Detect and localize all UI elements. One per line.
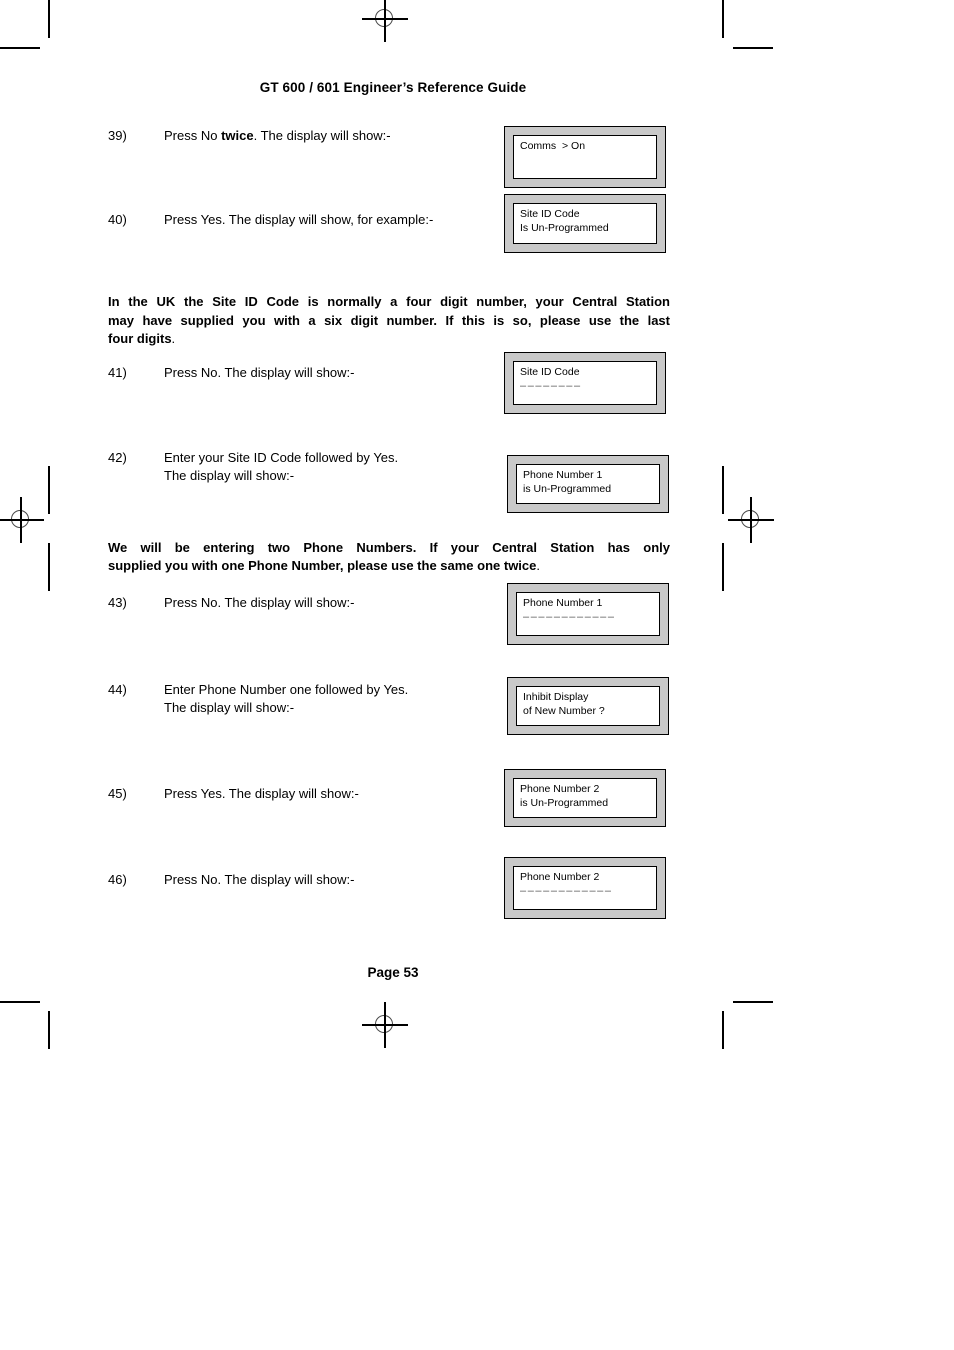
lcd-line-1: Inhibit Display [523, 690, 589, 703]
document-header: GT 600 / 601 Engineer’s Reference Guide [259, 80, 527, 95]
lcd-display-44: Inhibit Display of New Number ? [507, 676, 669, 735]
note-line-tail: . [171, 331, 176, 346]
note-line: In the UK the Site ID Code is normally a… [108, 294, 670, 309]
step-instruction: Press No twice. The display will show:- [164, 127, 504, 145]
step-number: 45) [108, 785, 127, 801]
step-instruction-line: Press No. The display will show:- [164, 364, 355, 380]
lcd-line-2: is Un-Programmed [523, 482, 612, 495]
step-instruction: Press Yes. The display will show, for ex… [164, 211, 504, 229]
crop-mark-top-right-vertical [722, 0, 724, 38]
registration-mark-bottom [362, 1002, 408, 1048]
lcd-display-40: Site ID Code Is Un-Programmed [504, 194, 666, 253]
lcd-screen: Site ID Code –––––––– [513, 360, 657, 405]
page-content: GT 600 / 601 Engineer’s Reference Guide … [108, 0, 670, 980]
step-number: 42) [108, 449, 127, 465]
note-line-text: four digits [108, 331, 172, 346]
step-43: 43) Press No. The display will show:- Ph… [108, 582, 669, 681]
registration-mark-right [728, 497, 774, 543]
step-instruction: Press No. The display will show:- [164, 594, 504, 612]
lcd-line-1: Site ID Code [520, 365, 580, 378]
step-number: 43) [108, 594, 127, 610]
emphasis-word: twice [221, 128, 254, 143]
step-41: 41) Press No. The display will show:- Si… [108, 351, 668, 449]
step-instruction-line: The display will show:- [164, 467, 295, 483]
step-42: 42) Enter your Site ID Code followed by … [108, 449, 669, 539]
trim-line-right-upper [722, 466, 724, 514]
crop-mark-bottom-right-vertical [722, 1011, 724, 1049]
note-phone-numbers: We will be entering two Phone Numbers. I… [108, 539, 670, 576]
trim-line-left-upper [48, 466, 50, 514]
lcd-line-1: Phone Number 2 [520, 870, 600, 883]
step-instruction: Press No. The display will show:- [164, 871, 504, 889]
note-line-tail: . [536, 558, 541, 573]
step-instruction-line: The display will show:- [164, 699, 295, 715]
step-instruction-line: Press No. The display will show:- [164, 594, 355, 610]
lcd-screen: Inhibit Display of New Number ? [516, 685, 660, 726]
lcd-screen: Phone Number 2 –––––––––––– [513, 865, 657, 910]
crop-mark-bottom-right-horizontal [733, 1001, 773, 1003]
note-line-text: supplied you with one Phone Number, plea… [108, 558, 537, 573]
lcd-line-1: Phone Number 1 [523, 468, 603, 481]
note-line: may have supplied you with a six digit n… [108, 312, 670, 328]
lcd-line-2: of New Number ? [523, 704, 605, 717]
step-instruction-line: Enter Phone Number one followed by Yes. [164, 681, 409, 697]
step-instruction: Press No. The display will show:- [164, 364, 504, 382]
step-instruction: Press Yes. The display will show:- [164, 785, 504, 803]
step-40: 40) Press Yes. The display will show, fo… [108, 194, 668, 295]
lcd-line-2-placeholder-dashes: –––––––––––– [520, 884, 613, 897]
crop-mark-top-right-horizontal [733, 47, 773, 49]
lcd-screen: Phone Number 2 is Un-Programmed [513, 777, 657, 818]
lcd-line-1: Phone Number 2 [520, 782, 600, 795]
crop-mark-top-left-horizontal [0, 47, 40, 49]
note-line: supplied you with one Phone Number, plea… [108, 557, 670, 576]
step-instruction-line: Press Yes. The display will show:- [164, 785, 359, 801]
lcd-line-1: Phone Number 1 [523, 596, 603, 609]
lcd-line-1: Site ID Code [520, 208, 580, 220]
lcd-screen: Phone Number 1 –––––––––––– [516, 591, 660, 636]
lcd-display-43: Phone Number 1 –––––––––––– [507, 582, 669, 645]
trim-line-left-lower [48, 543, 50, 591]
step-instruction-line: Press No. The display will show:- [164, 871, 355, 887]
lcd-display-46: Phone Number 2 –––––––––––– [504, 856, 666, 919]
lcd-display-39: Comms > On [504, 126, 666, 188]
step-number: 46) [108, 871, 127, 887]
registration-crosshair-vertical [750, 497, 752, 543]
step-number: 39) [108, 128, 127, 143]
page-number-footer: Page 53 [367, 964, 419, 980]
lcd-screen: Comms > On [513, 135, 657, 179]
lcd-line-2: Is Un-Programmed [520, 222, 609, 234]
lcd-display-42: Phone Number 1 is Un-Programmed [507, 454, 669, 513]
step-instruction: Enter your Site ID Code followed by Yes.… [164, 449, 504, 485]
lcd-display-41: Site ID Code –––––––– [504, 351, 666, 414]
lcd-line-1: Comms > On [520, 140, 586, 152]
lcd-line-2: is Un-Programmed [520, 796, 609, 809]
registration-crosshair-vertical [384, 1002, 386, 1048]
crop-mark-bottom-left-vertical [48, 1011, 50, 1049]
lcd-screen: Phone Number 1 is Un-Programmed [516, 463, 660, 504]
step-instruction-line: Press Yes. The display will show, for ex… [164, 212, 434, 227]
step-instruction: Enter Phone Number one followed by Yes. … [164, 681, 504, 717]
crop-mark-top-left-vertical [48, 0, 50, 38]
step-46: 46) Press No. The display will show:- Ph… [108, 856, 668, 965]
document-page: GT 600 / 601 Engineer’s Reference Guide … [0, 0, 954, 1350]
step-number: 44) [108, 681, 127, 697]
lcd-line-2-placeholder-dashes: –––––––– [520, 379, 582, 392]
registration-crosshair-horizontal [0, 519, 44, 521]
step-number: 41) [108, 364, 127, 380]
note-line: four digits. [108, 330, 670, 349]
note-site-id-code: In the UK the Site ID Code is normally a… [108, 293, 670, 349]
crop-mark-bottom-left-horizontal [0, 1001, 40, 1003]
lcd-screen: Site ID Code Is Un-Programmed [513, 203, 657, 244]
lcd-display-45: Phone Number 2 is Un-Programmed [504, 768, 666, 827]
registration-crosshair-vertical [20, 497, 22, 543]
note-line: We will be entering two Phone Numbers. I… [108, 539, 670, 555]
step-instruction-line: Press No twice. The display will show:- [164, 128, 391, 143]
lcd-line-2-placeholder-dashes: –––––––––––– [523, 610, 616, 623]
trim-line-right-lower [722, 543, 724, 591]
step-number: 40) [108, 212, 127, 227]
step-instruction-line: Enter your Site ID Code followed by Yes. [164, 449, 399, 465]
registration-mark-left [0, 497, 44, 543]
